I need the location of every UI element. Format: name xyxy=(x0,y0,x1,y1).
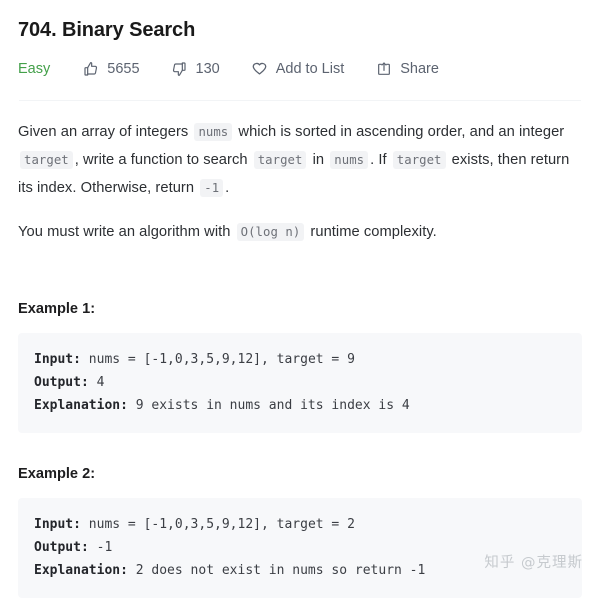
input-value: nums = [-1,0,3,5,9,12], target = 2 xyxy=(80,517,355,532)
desc-text: You must write an algorithm with xyxy=(18,224,231,240)
example-1-codeblock: Input: nums = [-1,0,3,5,9,12], target = … xyxy=(18,333,582,433)
desc-text: . If xyxy=(370,152,387,168)
output-label: Output: xyxy=(34,540,89,555)
desc-text: in xyxy=(312,152,325,168)
inline-code-minus-one: -1 xyxy=(200,179,224,197)
desc-text: . xyxy=(225,180,230,196)
description-paragraph-2: You must write an algorithm with O(log n… xyxy=(18,202,582,246)
output-label: Output: xyxy=(34,375,89,390)
dislike-count: 130 xyxy=(195,61,220,77)
code-line-explanation: Explanation: 9 exists in nums and its in… xyxy=(34,394,566,417)
inline-code-complexity: O(log n) xyxy=(236,223,305,241)
inline-code-nums: nums xyxy=(330,151,369,169)
like-count: 5655 xyxy=(107,61,140,77)
input-label: Input: xyxy=(34,352,81,367)
code-line-output: Output: -1 xyxy=(34,536,566,559)
code-line-input: Input: nums = [-1,0,3,5,9,12], target = … xyxy=(34,348,566,371)
explanation-label: Explanation: xyxy=(34,398,128,413)
output-value: -1 xyxy=(88,540,113,555)
inline-code-target: target xyxy=(253,151,307,169)
desc-text: Given an array of integers xyxy=(18,124,189,140)
dislike-button[interactable]: 130 xyxy=(171,61,220,78)
share-icon xyxy=(375,61,392,78)
example-2-heading: Example 2: xyxy=(18,466,96,482)
add-to-list-label: Add to List xyxy=(275,61,345,77)
inline-code-nums: nums xyxy=(194,123,233,141)
desc-text: runtime complexity. xyxy=(310,224,437,240)
share-button[interactable]: Share xyxy=(375,61,439,78)
example-1-heading: Example 1: xyxy=(18,301,96,317)
inline-code-target: target xyxy=(392,151,446,169)
inline-code-target: target xyxy=(20,151,73,169)
code-line-output: Output: 4 xyxy=(34,371,566,394)
input-value: nums = [-1,0,3,5,9,12], target = 9 xyxy=(80,352,355,367)
page-title: 704. Binary Search xyxy=(18,19,196,41)
example-2-codeblock: Input: nums = [-1,0,3,5,9,12], target = … xyxy=(18,498,582,598)
thumbs-up-icon xyxy=(82,61,99,78)
share-label: Share xyxy=(400,61,439,77)
code-line-explanation: Explanation: 2 does not exist in nums so… xyxy=(34,559,566,582)
problem-page: 704. Binary Search Easy 5655 130 Add to … xyxy=(0,0,600,598)
code-line-input: Input: nums = [-1,0,3,5,9,12], target = … xyxy=(34,513,566,536)
explanation-value: 9 exists in nums and its index is 4 xyxy=(127,398,410,413)
add-to-list-button[interactable]: Add to List xyxy=(251,61,345,78)
input-label: Input: xyxy=(34,517,81,532)
problem-meta-row: Easy 5655 130 Add to List Share xyxy=(18,57,582,81)
difficulty-badge: Easy xyxy=(18,61,51,77)
explanation-value: 2 does not exist in nums so return -1 xyxy=(127,563,426,578)
desc-text: which is sorted in ascending order, and … xyxy=(238,124,565,140)
thumbs-down-icon xyxy=(171,61,188,78)
output-value: 4 xyxy=(88,375,105,390)
explanation-label: Explanation: xyxy=(34,563,128,578)
desc-text: , write a function to search xyxy=(74,152,248,168)
description-paragraph-1: Given an array of integers nums which is… xyxy=(18,101,582,202)
heart-icon xyxy=(251,61,268,78)
like-button[interactable]: 5655 xyxy=(82,61,140,78)
